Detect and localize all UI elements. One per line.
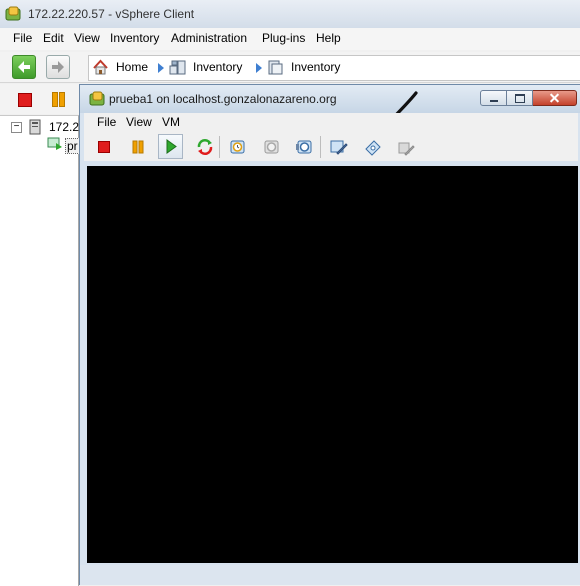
vm-power-off-button[interactable] — [95, 138, 113, 156]
power-on-icon — [166, 139, 177, 154]
vm-revert-button[interactable] — [263, 138, 281, 156]
navigation-bar: Home Inventory Inventory — [0, 52, 580, 83]
back-arrow-icon — [18, 61, 30, 73]
vm-floppy-button[interactable] — [397, 138, 415, 156]
cd-dvd-icon — [365, 140, 381, 156]
vm-menu-view[interactable]: View — [126, 115, 152, 129]
vsphere-app-icon — [5, 6, 21, 21]
vsphere-app-icon — [89, 91, 105, 106]
menu-administration[interactable]: Administration — [171, 31, 247, 45]
vm-reset-button[interactable] — [196, 138, 214, 156]
suspend-icon[interactable] — [51, 92, 65, 107]
vm-toolbar — [84, 133, 578, 161]
breadcrumb-arrow-icon — [158, 63, 164, 73]
vm-console-window: prueba1 on localhost.gonzalonazareno.org… — [79, 84, 580, 585]
vm-statusbar — [80, 565, 580, 585]
back-button[interactable] — [12, 55, 36, 79]
menu-inventory[interactable]: Inventory — [110, 31, 159, 45]
menu-file[interactable]: File — [13, 31, 32, 45]
vm-menu-vm[interactable]: VM — [162, 115, 180, 129]
vm-power-on-button[interactable] — [158, 134, 183, 159]
suspend-icon — [132, 140, 144, 154]
outer-window-title: 172.22.220.57 - vSphere Client — [28, 7, 195, 21]
power-off-icon — [98, 141, 110, 153]
inventory-tree: − 172.2 pr — [0, 115, 80, 586]
edit-settings-icon — [330, 140, 348, 155]
floppy-icon — [398, 142, 415, 156]
outer-titlebar: 172.22.220.57 - vSphere Client — [0, 0, 580, 29]
vm-menubar: File View VM — [84, 113, 578, 133]
inventory-icon — [169, 60, 186, 75]
tree-vm-label[interactable]: pr — [65, 138, 80, 154]
vm-snapshot-button[interactable] — [229, 138, 247, 156]
snapshot-icon — [230, 140, 245, 154]
minimize-button[interactable] — [480, 90, 507, 106]
menu-edit[interactable]: Edit — [43, 31, 64, 45]
host-server-icon — [29, 119, 41, 135]
home-icon — [93, 59, 108, 75]
tree-collapse-toggle[interactable]: − — [11, 122, 22, 133]
tree-host-label[interactable]: 172.2 — [49, 120, 79, 134]
vm-window-title: prueba1 on localhost.gonzalonazareno.org — [109, 92, 337, 106]
manager-icon — [296, 140, 312, 154]
maximize-button[interactable] — [507, 90, 533, 106]
breadcrumb-arrow-icon — [256, 63, 262, 73]
reset-icon — [197, 139, 213, 155]
breadcrumb: Home Inventory Inventory — [88, 55, 580, 81]
vm-menu-file[interactable]: File — [97, 115, 116, 129]
vm-edit-settings-button[interactable] — [330, 138, 348, 156]
breadcrumb-home[interactable]: Home — [116, 60, 148, 74]
vm-suspend-button[interactable] — [129, 138, 147, 156]
revert-icon — [264, 140, 279, 154]
vm-powered-on-icon — [47, 137, 62, 150]
menu-view[interactable]: View — [74, 31, 100, 45]
menu-plugins[interactable]: Plug-ins — [262, 31, 305, 45]
power-off-icon[interactable] — [18, 93, 32, 107]
vm-cd-dvd-button[interactable] — [364, 138, 382, 156]
hosts-clusters-icon — [268, 60, 283, 75]
forward-arrow-icon — [52, 61, 64, 73]
outer-menubar: File Edit View Inventory Administration … — [0, 28, 580, 50]
close-button[interactable] — [533, 90, 577, 106]
menu-help[interactable]: Help — [316, 31, 341, 45]
vm-window-titlebar: prueba1 on localhost.gonzalonazareno.org — [80, 85, 580, 113]
vm-snapshot-manager-button[interactable] — [296, 138, 314, 156]
outer-toolbar — [0, 84, 80, 114]
breadcrumb-inventory-2[interactable]: Inventory — [291, 60, 340, 74]
forward-button[interactable] — [46, 55, 70, 79]
vm-console-screen[interactable] — [87, 166, 578, 563]
breadcrumb-inventory-1[interactable]: Inventory — [193, 60, 242, 74]
